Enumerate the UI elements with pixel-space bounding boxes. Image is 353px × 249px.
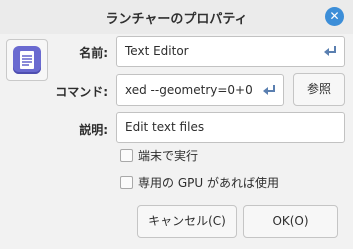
cancel-button[interactable]: キャンセル(C) xyxy=(137,205,237,238)
ok-button[interactable]: OK(O) xyxy=(243,205,338,238)
comment-value: Edit text files xyxy=(125,120,205,134)
command-value: xed --geometry=0+0 xyxy=(125,83,253,97)
launcher-properties-dialog: ランチャーのプロパティ ✕ 名前: Text Editor コマンド: xed … xyxy=(0,0,353,249)
name-field[interactable]: Text Editor xyxy=(116,36,345,67)
name-value: Text Editor xyxy=(125,44,189,58)
gpu-option[interactable]: 専用の GPU があれば使用 xyxy=(120,175,340,191)
comment-field[interactable]: Edit text files xyxy=(116,112,345,143)
terminal-checkbox[interactable] xyxy=(120,149,133,162)
window-title: ランチャーのプロパティ xyxy=(105,12,248,27)
close-button[interactable]: ✕ xyxy=(325,7,344,26)
terminal-option[interactable]: 端末で実行 xyxy=(120,148,320,164)
title-bar: ランチャーのプロパティ ✕ xyxy=(0,0,353,34)
name-label: 名前: xyxy=(79,46,108,60)
command-field[interactable]: xed --geometry=0+0 xyxy=(116,74,284,106)
enter-icon[interactable] xyxy=(322,44,338,59)
text-editor-icon xyxy=(13,46,41,74)
gpu-checkbox-label: 専用の GPU があれば使用 xyxy=(138,176,279,190)
gpu-checkbox[interactable] xyxy=(120,176,133,189)
launcher-icon-button[interactable] xyxy=(6,39,48,81)
enter-icon[interactable] xyxy=(261,83,277,98)
command-label: コマンド: xyxy=(55,85,108,99)
terminal-checkbox-label: 端末で実行 xyxy=(138,149,199,163)
browse-button[interactable]: 参照 xyxy=(293,73,345,106)
close-icon: ✕ xyxy=(329,9,340,23)
comment-label: 説明: xyxy=(79,123,108,137)
